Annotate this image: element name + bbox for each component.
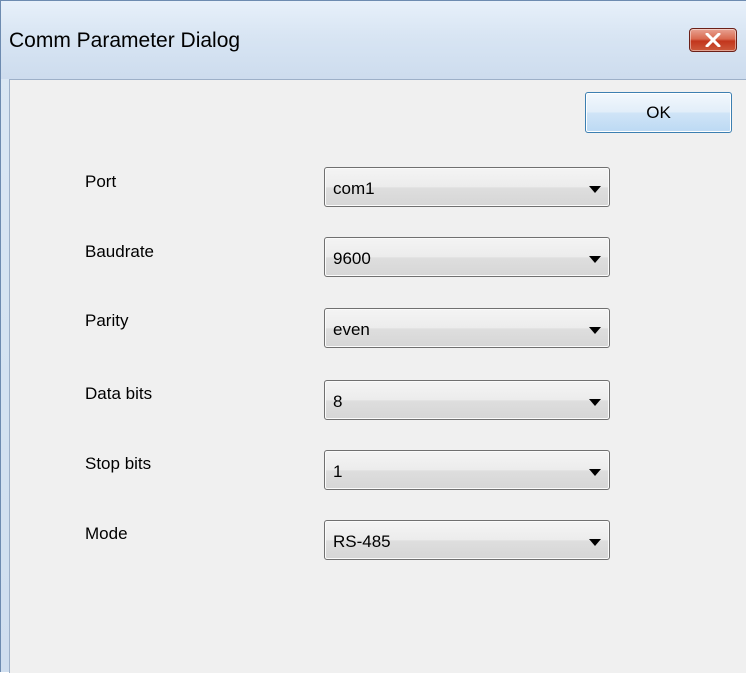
ok-button[interactable]: OK — [585, 92, 732, 133]
parity-label: Parity — [85, 311, 129, 330]
mode-label: Mode — [85, 524, 128, 543]
parity-select[interactable]: even — [324, 308, 610, 348]
dropdown-arrow-icon — [589, 256, 601, 263]
data-bits-label: Data bits — [85, 384, 153, 403]
baudrate-label: Baudrate — [85, 242, 154, 261]
stop-bits-label: Stop bits — [85, 454, 152, 473]
close-icon — [705, 33, 721, 47]
parity-value: even — [333, 320, 370, 339]
dialog-client-area: OK Port com1 Baudrate 9600 Parity even D… — [9, 79, 746, 673]
port-label: Port — [85, 172, 117, 191]
data-bits-select[interactable]: 8 — [324, 380, 610, 420]
mode-select[interactable]: RS-485 — [324, 520, 610, 560]
baudrate-select[interactable]: 9600 — [324, 237, 610, 277]
dropdown-arrow-icon — [589, 539, 601, 546]
dropdown-arrow-icon — [589, 186, 601, 193]
mode-value: RS-485 — [333, 532, 391, 551]
dropdown-arrow-icon — [589, 327, 601, 334]
dropdown-arrow-icon — [589, 469, 601, 476]
title-bar[interactable]: Comm Parameter Dialog — [1, 1, 746, 79]
stop-bits-select[interactable]: 1 — [324, 450, 610, 490]
port-select[interactable]: com1 — [324, 167, 610, 207]
window-title: Comm Parameter Dialog — [9, 29, 241, 52]
dropdown-arrow-icon — [589, 399, 601, 406]
port-value: com1 — [333, 179, 375, 198]
baudrate-value: 9600 — [333, 249, 371, 268]
data-bits-value: 8 — [333, 392, 343, 411]
dialog-window: Comm Parameter Dialog OK Port com1 Baudr… — [0, 0, 746, 673]
stop-bits-value: 1 — [333, 462, 343, 481]
close-button[interactable] — [689, 28, 737, 52]
